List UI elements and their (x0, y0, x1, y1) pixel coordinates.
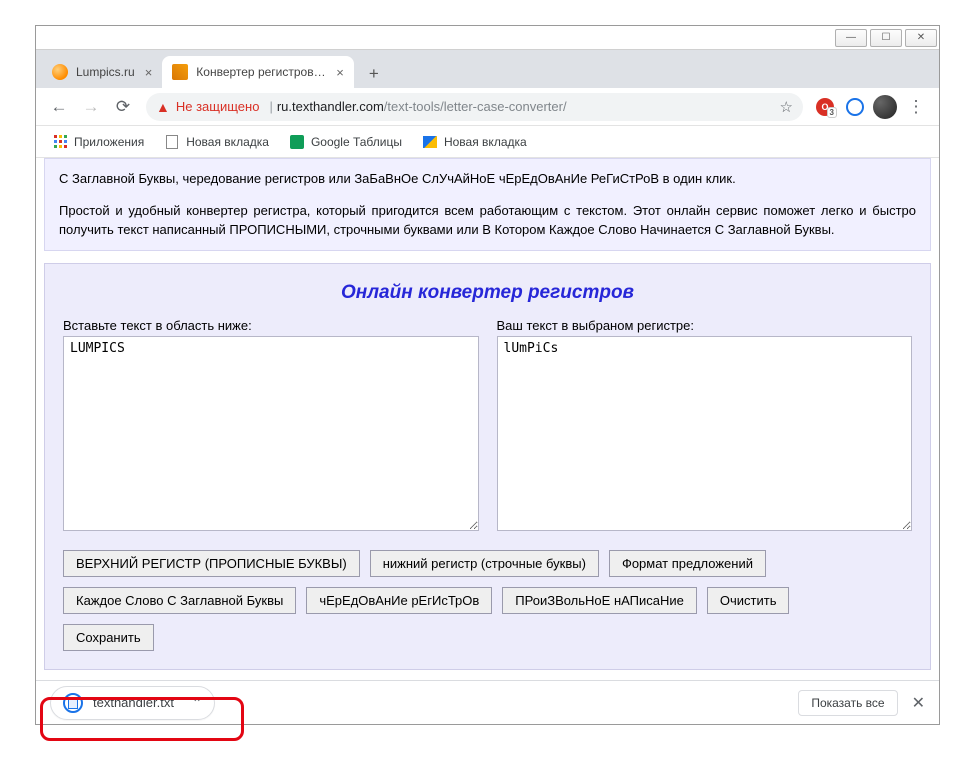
intro-text-2: Простой и удобный конвертер регистра, ко… (59, 201, 916, 240)
url-host: ru.texthandler.com (277, 99, 384, 114)
window-titlebar: — ☐ ✕ (36, 26, 939, 50)
converter-panel: Онлайн конвертер регистров Вставьте текс… (44, 263, 931, 670)
output-label: Ваш текст в выбраном регистре: (497, 318, 913, 333)
download-filename: texthandler.txt (93, 695, 174, 710)
download-chip[interactable]: texthandler.txt ⌃ (50, 686, 215, 720)
url-path: /text-tools/letter-case-converter/ (384, 99, 567, 114)
tab-title: Конвертер регистров - конверт (196, 65, 326, 79)
new-tab-button[interactable]: + (360, 60, 388, 88)
file-download-icon (63, 693, 83, 713)
bookmark-google-sheets[interactable]: Google Таблицы (281, 130, 410, 154)
tab-strip: Lumpics.ru × Конвертер регистров - конве… (36, 50, 939, 88)
lowercase-button[interactable]: нижний регистр (строчные буквы) (370, 550, 599, 577)
window-maximize-button[interactable]: ☐ (870, 29, 902, 47)
tab-title: Lumpics.ru (76, 65, 135, 79)
reload-button[interactable]: ⟳ (108, 92, 138, 122)
bookmark-label: Приложения (74, 135, 144, 149)
input-textarea[interactable] (63, 336, 479, 531)
bookmark-label: Google Таблицы (311, 135, 402, 149)
not-secure-label: Не защищено (176, 99, 260, 114)
favicon-texthandler (172, 64, 188, 80)
profile-avatar[interactable] (871, 93, 899, 121)
window-minimize-button[interactable]: — (835, 29, 867, 47)
back-button[interactable]: ← (44, 92, 74, 122)
image-icon (422, 134, 438, 150)
bookmark-newtab-1[interactable]: Новая вкладка (156, 130, 277, 154)
sheets-icon (289, 134, 305, 150)
converter-title: Онлайн конвертер регистров (63, 282, 912, 304)
browser-window: — ☐ ✕ Lumpics.ru × Конвертер регистров -… (35, 25, 940, 725)
adblock-extension-icon[interactable]: O3 (811, 93, 839, 121)
download-shelf: texthandler.txt ⌃ Показать все ✕ (36, 680, 939, 724)
close-icon[interactable]: × (145, 65, 153, 80)
file-icon (164, 134, 180, 150)
not-secure-icon: ▲ (156, 99, 170, 115)
alternating-case-button[interactable]: чЕрЕдОвАнИе рЕгИсТрОв (306, 587, 492, 614)
show-all-downloads-button[interactable]: Показать все (798, 690, 897, 716)
address-bar: ← → ⟳ ▲ Не защищено | ru.texthandler.com… (36, 88, 939, 126)
tab-converter[interactable]: Конвертер регистров - конверт × (162, 56, 354, 88)
separator: | (269, 99, 272, 114)
apps-icon (52, 134, 68, 150)
bookmark-label: Новая вкладка (186, 135, 269, 149)
browser-menu-button[interactable]: ⋮ (901, 92, 931, 122)
bookmark-apps[interactable]: Приложения (44, 130, 152, 154)
input-label: Вставьте текст в область ниже: (63, 318, 479, 333)
clear-button[interactable]: Очистить (707, 587, 790, 614)
title-case-button[interactable]: Каждое Слово С Заглавной Буквы (63, 587, 296, 614)
globe-extension-icon[interactable] (841, 93, 869, 121)
close-icon[interactable]: × (336, 65, 344, 80)
intro-text-1: С Заглавной Буквы, чередование регистров… (59, 169, 916, 189)
bookmark-label: Новая вкладка (444, 135, 527, 149)
omnibox[interactable]: ▲ Не защищено | ru.texthandler.com/text-… (146, 93, 803, 121)
bookmark-newtab-2[interactable]: Новая вкладка (414, 130, 535, 154)
extension-badge: 3 (827, 107, 837, 118)
chevron-up-icon[interactable]: ⌃ (192, 696, 202, 710)
forward-button[interactable]: → (76, 92, 106, 122)
bookmarks-bar: Приложения Новая вкладка Google Таблицы … (36, 126, 939, 158)
page-viewport: С Заглавной Буквы, чередование регистров… (36, 158, 939, 724)
random-case-button[interactable]: ПРоиЗВольНоЕ нАПисаНие (502, 587, 697, 614)
sentence-case-button[interactable]: Формат предложений (609, 550, 766, 577)
bookmark-star-icon[interactable]: ☆ (780, 98, 793, 116)
save-button[interactable]: Сохранить (63, 624, 154, 651)
close-shelf-button[interactable]: ✕ (912, 693, 925, 713)
output-textarea[interactable] (497, 336, 913, 531)
tab-lumpics[interactable]: Lumpics.ru × (42, 56, 162, 88)
uppercase-button[interactable]: ВЕРХНИЙ РЕГИСТР (ПРОПИСНЫЕ БУКВЫ) (63, 550, 360, 577)
intro-panel: С Заглавной Буквы, чередование регистров… (44, 158, 931, 251)
favicon-lumpics (52, 64, 68, 80)
window-close-button[interactable]: ✕ (905, 29, 937, 47)
